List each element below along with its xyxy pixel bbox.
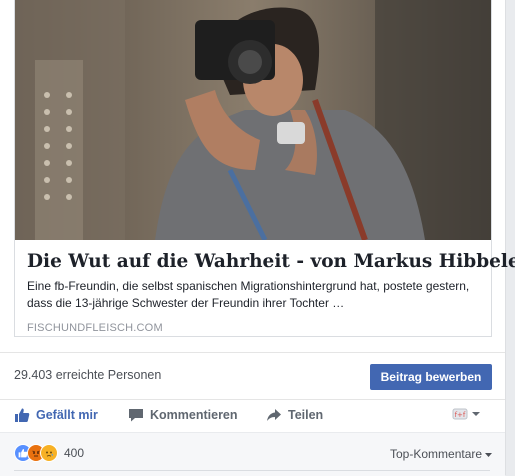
- speech-bubble-icon: [129, 409, 143, 422]
- comment-sort-dropdown[interactable]: Top-Kommentare: [390, 447, 493, 461]
- reactions-summary[interactable]: 400: [14, 444, 84, 462]
- link-preview-card[interactable]: Die Wut auf die Wahrheit - von Markus Hi…: [14, 0, 515, 337]
- elevator-selfie-image: [15, 0, 491, 240]
- page-avatar-icon: f+f: [452, 408, 468, 420]
- share-button[interactable]: Teilen: [266, 405, 323, 425]
- reaction-count: 400: [64, 446, 85, 460]
- post-actions: Gefällt mir Kommentieren Teilen f+f: [0, 399, 505, 431]
- comment-sort-label: Top-Kommentare: [390, 447, 483, 461]
- thumbs-up-icon: [15, 408, 30, 422]
- article-photo[interactable]: [15, 0, 491, 240]
- sad-reaction-icon: [40, 444, 58, 462]
- comment-label: Kommentieren: [150, 408, 238, 422]
- svg-text:f+f: f+f: [455, 411, 466, 419]
- caret-down-icon: [485, 453, 493, 457]
- article-domain: FISCHUNDFLEISCH.COM: [27, 322, 163, 334]
- post: Die Wut auf die Wahrheit - von Markus Hi…: [0, 0, 515, 476]
- post-as-selector[interactable]: f+f: [452, 407, 481, 421]
- boost-post-button[interactable]: Beitrag bewerben: [370, 364, 492, 390]
- reach-count[interactable]: 29.403 erreichte Personen: [14, 368, 161, 382]
- share-arrow-icon: [267, 409, 281, 421]
- like-button[interactable]: Gefällt mir: [14, 405, 98, 425]
- divider: [14, 470, 490, 471]
- article-description: Eine fb-Freundin, die selbst spanischen …: [27, 279, 470, 310]
- post-insights-bar: 29.403 erreichte Personen Beitrag bewerb…: [0, 352, 505, 400]
- like-label: Gefällt mir: [36, 408, 98, 422]
- share-label: Teilen: [288, 408, 324, 422]
- link-preview-text: Die Wut auf die Wahrheit - von Markus Hi…: [15, 240, 515, 334]
- comment-button[interactable]: Kommentieren: [128, 405, 238, 425]
- article-title[interactable]: Die Wut auf die Wahrheit - von Markus Hi…: [27, 250, 515, 274]
- chevron-down-icon: [472, 412, 480, 416]
